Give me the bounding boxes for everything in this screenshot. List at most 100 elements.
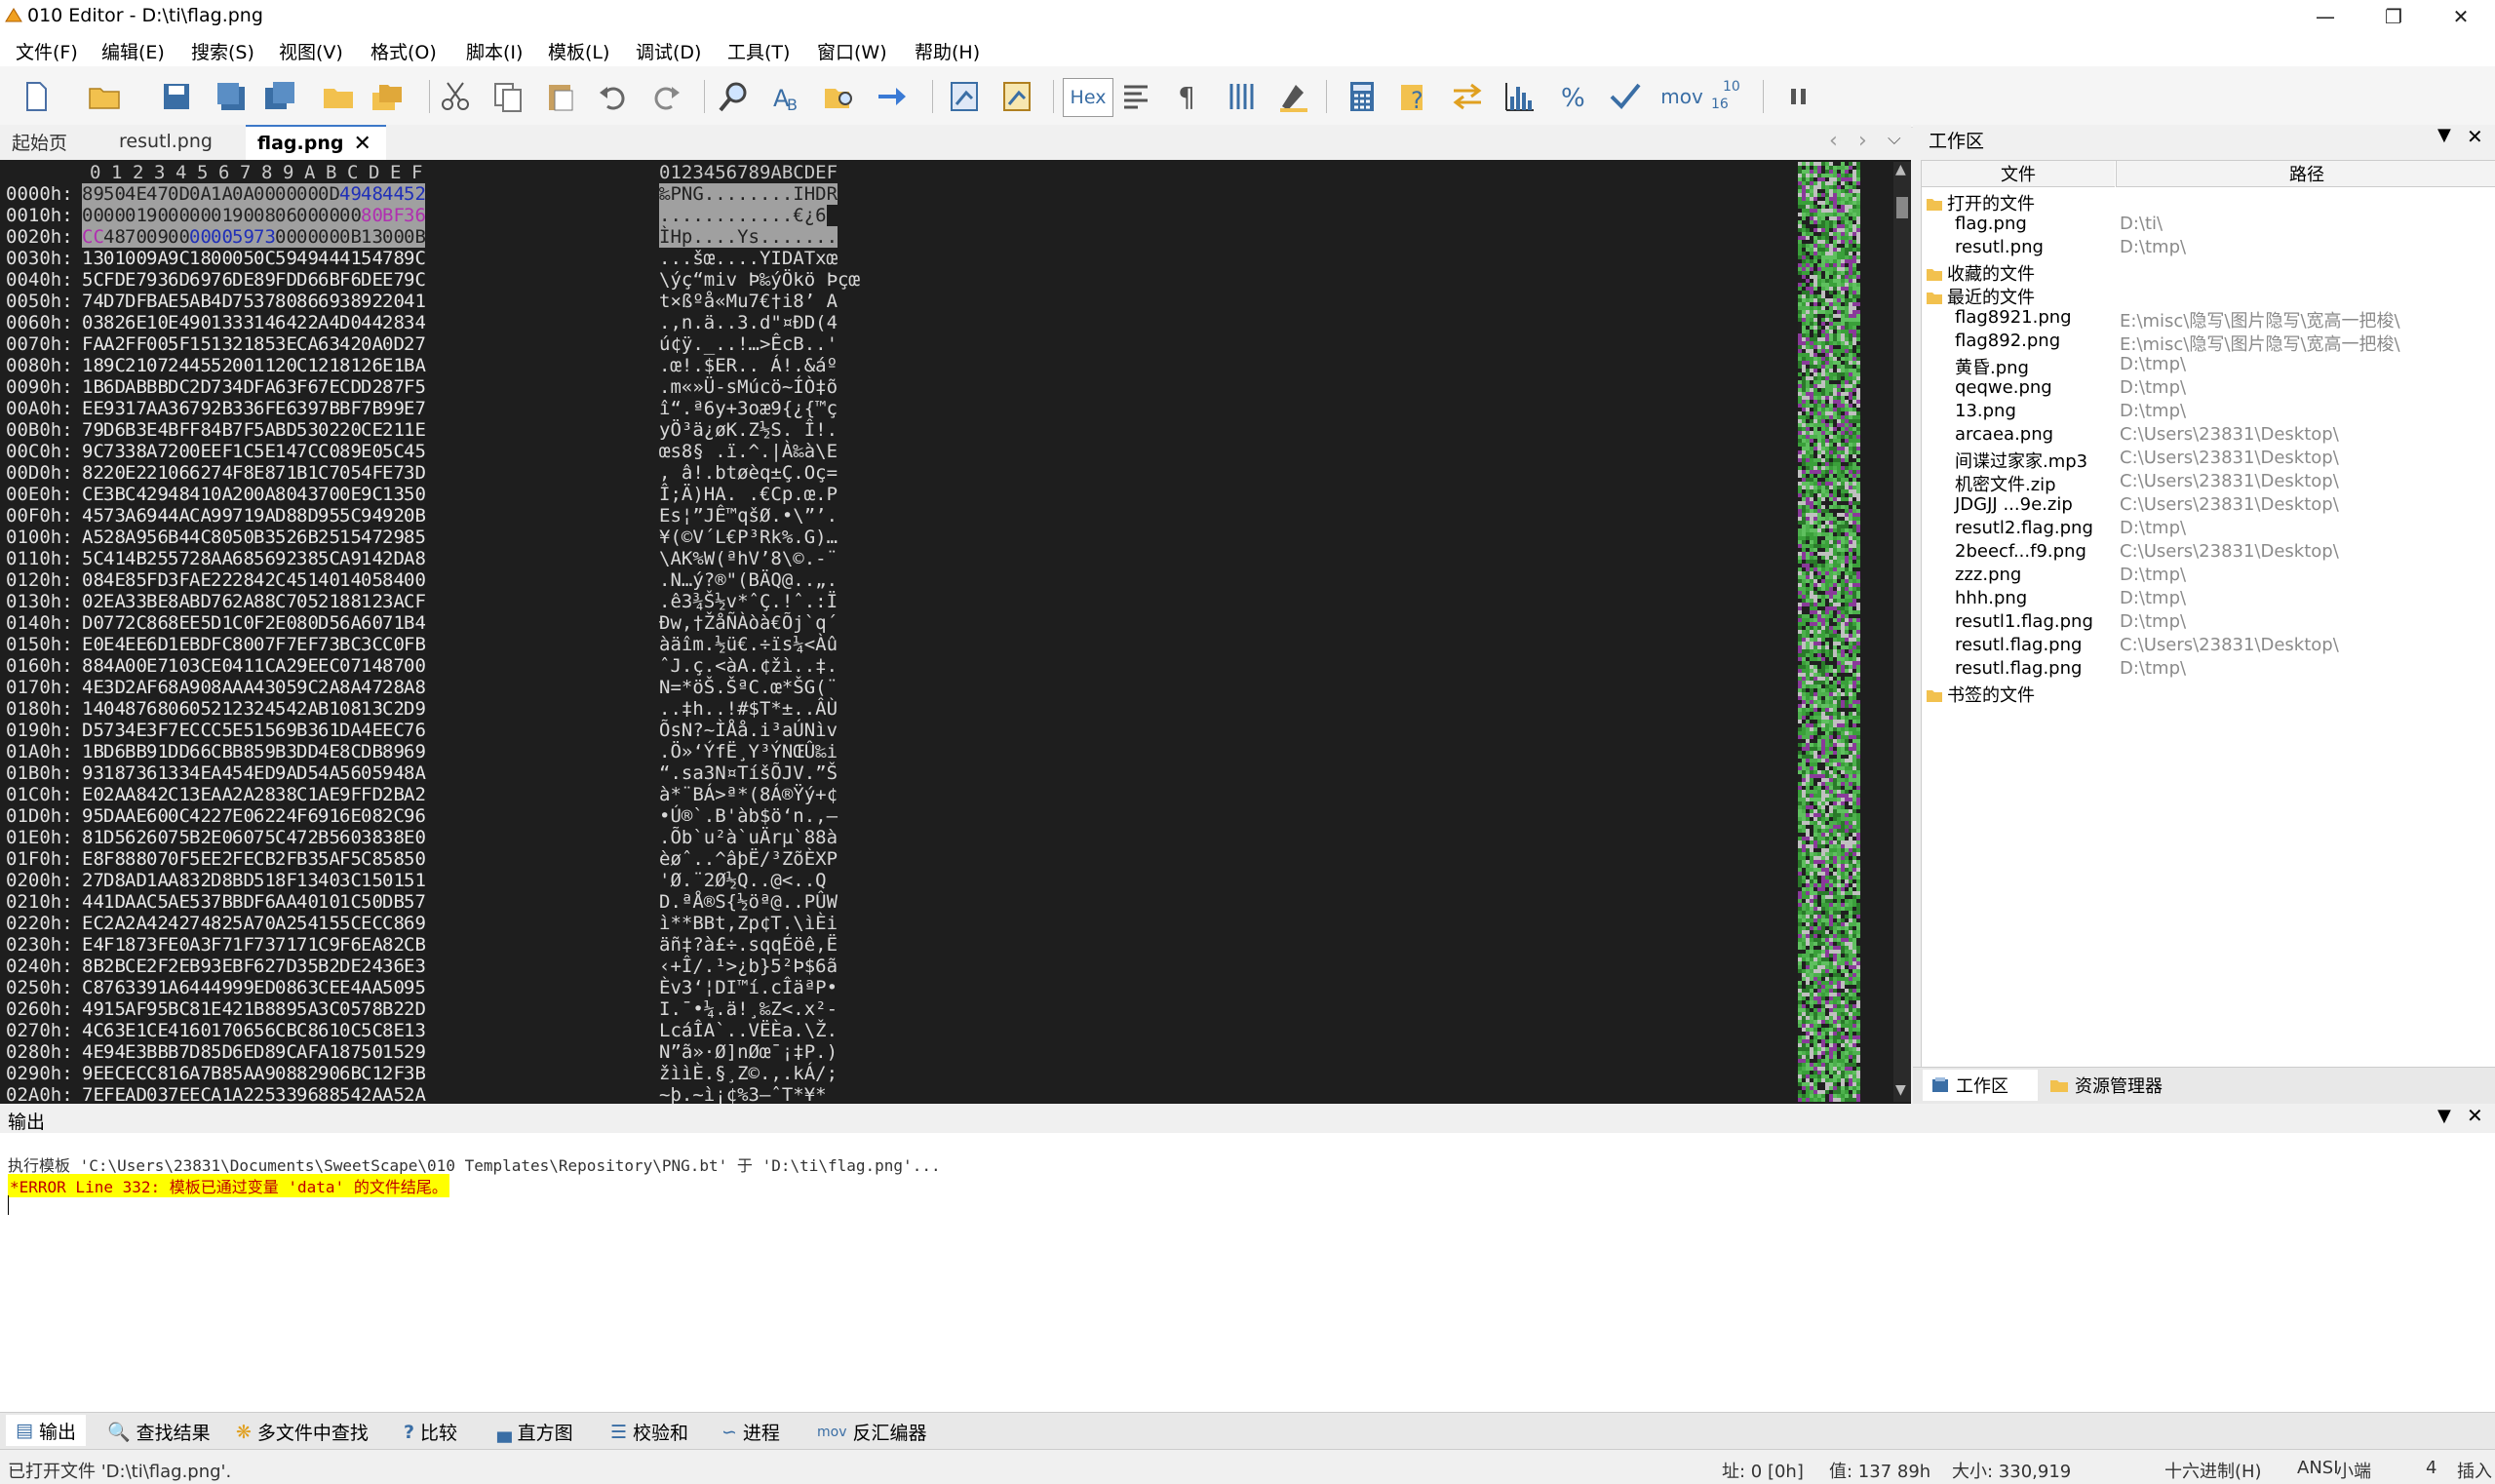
hex-byte[interactable]: 3F: [146, 720, 169, 741]
hex-byte[interactable]: 66: [189, 741, 212, 762]
hex-byte[interactable]: 25: [146, 548, 169, 569]
hex-byte[interactable]: 2D: [189, 376, 212, 398]
hex-byte[interactable]: 42: [189, 805, 212, 827]
hex-byte[interactable]: 62: [253, 805, 276, 827]
hex-byte[interactable]: 2C: [125, 612, 147, 634]
tab-compare[interactable]: ? 比较: [404, 1419, 457, 1445]
hex-byte[interactable]: 82: [82, 462, 104, 484]
hex-byte[interactable]: E6: [275, 398, 297, 419]
workspace-file-name[interactable]: resutl.png: [1955, 237, 2044, 257]
hex-byte[interactable]: 00: [253, 183, 276, 205]
workspace-file-name[interactable]: flag892.png: [1955, 331, 2060, 351]
hex-byte[interactable]: E0: [275, 612, 297, 634]
workspace-button[interactable]: [369, 78, 406, 115]
hex-byte[interactable]: 71: [275, 462, 297, 484]
panel-menu-icon[interactable]: ▼: [2437, 125, 2451, 145]
hex-byte[interactable]: 38: [125, 441, 147, 462]
hex-byte[interactable]: BB: [146, 376, 169, 398]
hex-byte[interactable]: 9C: [275, 1041, 297, 1063]
hex-byte[interactable]: 62: [253, 956, 276, 977]
scroll-down-icon[interactable]: ▼: [1895, 1082, 1906, 1098]
hex-byte[interactable]: 41: [339, 248, 362, 269]
tab-flag-png[interactable]: flag.png ✕: [246, 125, 386, 160]
hex-byte[interactable]: 90: [146, 205, 169, 226]
hex-byte[interactable]: 7F: [232, 419, 254, 441]
hex-byte[interactable]: B3: [275, 741, 297, 762]
hex-byte[interactable]: 18: [103, 762, 126, 784]
hex-byte[interactable]: FA: [82, 333, 104, 355]
hex-byte[interactable]: 42: [339, 333, 362, 355]
hex-byte[interactable]: 2E: [168, 956, 190, 977]
ascii-text[interactable]: ............€¿6: [659, 205, 827, 226]
hex-byte[interactable]: 00: [211, 226, 233, 248]
workspace-file-name[interactable]: 机密文件.zip: [1955, 471, 2056, 496]
hex-byte[interactable]: 17: [211, 1020, 233, 1041]
hex-byte[interactable]: 9C: [404, 248, 426, 269]
hex-byte[interactable]: 13: [404, 1020, 426, 1041]
panel-menu-icon[interactable]: ▼: [2437, 1106, 2451, 1126]
hex-byte[interactable]: 73: [211, 376, 233, 398]
hex-byte[interactable]: 45: [189, 355, 212, 376]
hex-byte[interactable]: 15: [318, 913, 340, 934]
maximize-button[interactable]: ❐: [2359, 0, 2428, 33]
hex-byte[interactable]: 20: [275, 355, 297, 376]
ascii-text[interactable]: ..‡h..!#$T*±..ÂÙ: [659, 698, 838, 720]
hex-byte[interactable]: 1B: [82, 741, 104, 762]
hex-byte[interactable]: 45: [404, 441, 426, 462]
help-button[interactable]: ?: [1396, 78, 1433, 115]
hex-byte[interactable]: F1: [103, 934, 126, 956]
hex-byte[interactable]: 2A: [125, 677, 147, 698]
hex-byte[interactable]: 5E: [253, 441, 276, 462]
hex-byte[interactable]: F2: [253, 612, 276, 634]
ascii-text[interactable]: žììÈ.§¸Z©.‚.kÁ/;: [659, 1063, 838, 1084]
hex-byte[interactable]: 29: [404, 1041, 426, 1063]
hex-byte[interactable]: 33: [275, 1084, 297, 1104]
hex-byte[interactable]: 18: [189, 248, 212, 269]
hex-byte[interactable]: 7E: [82, 1084, 104, 1104]
hex-byte[interactable]: F8: [189, 419, 212, 441]
hex-byte[interactable]: 70: [253, 913, 276, 934]
workspace-file-name[interactable]: resutl2.flag.png: [1955, 518, 2093, 538]
hex-byte[interactable]: 13: [82, 248, 104, 269]
hex-byte[interactable]: 15: [339, 527, 362, 548]
hex-byte[interactable]: 5C: [339, 505, 362, 527]
hex-byte[interactable]: 42: [168, 913, 190, 934]
hex-byte[interactable]: B7: [168, 1041, 190, 1063]
group-recent-files[interactable]: 最近的文件: [1926, 284, 2035, 309]
hex-byte[interactable]: 1C: [232, 441, 254, 462]
hex-byte[interactable]: 56: [146, 527, 169, 548]
hex-byte[interactable]: 69: [404, 741, 426, 762]
hex-byte[interactable]: 15: [103, 998, 126, 1020]
hex-byte[interactable]: 00: [318, 226, 340, 248]
scroll-up-icon[interactable]: ▲: [1895, 162, 1906, 177]
hex-byte[interactable]: 26: [361, 355, 383, 376]
hex-byte[interactable]: 7B: [318, 398, 340, 419]
hex-byte[interactable]: 5E: [189, 848, 212, 870]
hex-byte[interactable]: 6D: [103, 376, 126, 398]
hex-byte[interactable]: 33: [232, 398, 254, 419]
hex-byte[interactable]: FD: [103, 269, 126, 291]
hex-byte[interactable]: 63: [103, 1020, 126, 1041]
hex-byte[interactable]: F6: [339, 934, 362, 956]
hex-byte[interactable]: 4A: [318, 762, 340, 784]
hex-byte[interactable]: D7: [103, 291, 126, 312]
hex-byte[interactable]: B9: [189, 956, 212, 977]
hex-byte[interactable]: A6: [125, 505, 147, 527]
hex-byte[interactable]: EC: [361, 913, 383, 934]
hex-byte[interactable]: 29: [382, 527, 405, 548]
ascii-text[interactable]: î“.ª6y+3oæ9{¿{™ç: [659, 398, 838, 419]
hex-byte[interactable]: 24: [361, 956, 383, 977]
hex-byte[interactable]: 47: [361, 677, 383, 698]
hex-byte[interactable]: 24: [168, 355, 190, 376]
hex-byte[interactable]: E2: [211, 848, 233, 870]
hex-byte[interactable]: 2B: [103, 956, 126, 977]
hex-byte[interactable]: 1F: [232, 934, 254, 956]
hex-byte[interactable]: E7: [382, 269, 405, 291]
hex-byte[interactable]: 4A: [168, 505, 190, 527]
hex-byte[interactable]: 89: [339, 441, 362, 462]
ascii-text[interactable]: \AK%W(ªhV’8\©.-¨: [659, 548, 838, 569]
hex-byte[interactable]: 36: [382, 956, 405, 977]
hex-byte[interactable]: D8: [103, 870, 126, 891]
hex-byte[interactable]: 01: [125, 205, 147, 226]
hex-byte[interactable]: D5: [296, 762, 319, 784]
